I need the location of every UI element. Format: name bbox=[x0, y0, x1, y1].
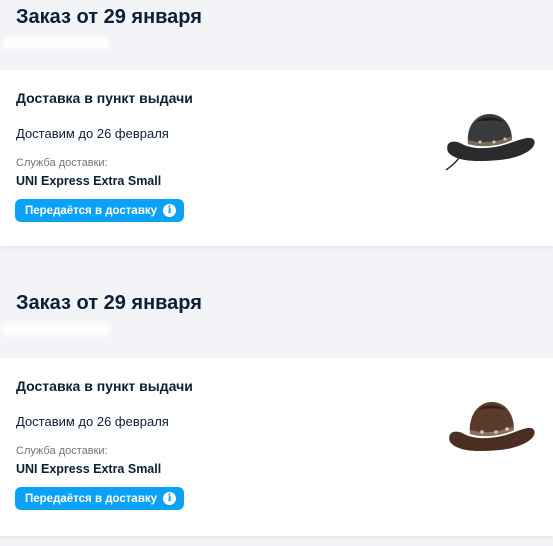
order-header: Заказ от 29 января bbox=[0, 0, 553, 70]
status-badge[interactable]: Передаётся в доставку i bbox=[15, 487, 185, 510]
delivery-date: Доставим до 26 февраля bbox=[16, 126, 169, 141]
order-title: Заказ от 29 января bbox=[16, 6, 202, 28]
status-label: Передаётся в доставку bbox=[25, 204, 158, 217]
info-icon[interactable]: i bbox=[163, 204, 177, 217]
order-number-redacted bbox=[2, 36, 110, 50]
delivery-type: Доставка в пункт выдачи bbox=[16, 378, 193, 394]
cowboy-hat-black-icon bbox=[445, 114, 535, 171]
delivery-service-name: UNI Express Extra Small bbox=[16, 174, 162, 188]
delivery-service-label: Служба доставки: bbox=[16, 445, 108, 457]
order-number-redacted bbox=[2, 322, 110, 336]
info-icon[interactable]: i bbox=[163, 492, 177, 505]
shipment-card[interactable]: Доставка в пункт выдачи Доставим до 26 ф… bbox=[0, 70, 553, 246]
shipment-card[interactable]: Доставка в пункт выдачи Доставим до 26 ф… bbox=[0, 358, 553, 536]
delivery-date: Доставим до 26 февраля bbox=[16, 414, 169, 429]
cowboy-hat-brown-icon bbox=[449, 402, 535, 452]
status-badge[interactable]: Передаётся в доставку i bbox=[15, 199, 185, 222]
product-image[interactable] bbox=[442, 100, 538, 174]
order-title: Заказ от 29 января bbox=[16, 292, 202, 314]
delivery-service-label: Служба доставки: bbox=[16, 157, 108, 169]
delivery-type: Доставка в пункт выдачи bbox=[16, 90, 193, 106]
delivery-service-name: UNI Express Extra Small bbox=[16, 462, 162, 476]
product-image[interactable] bbox=[442, 386, 538, 460]
order-header: Заказ от 29 января bbox=[0, 266, 553, 358]
status-label: Передаётся в доставку bbox=[25, 492, 158, 505]
